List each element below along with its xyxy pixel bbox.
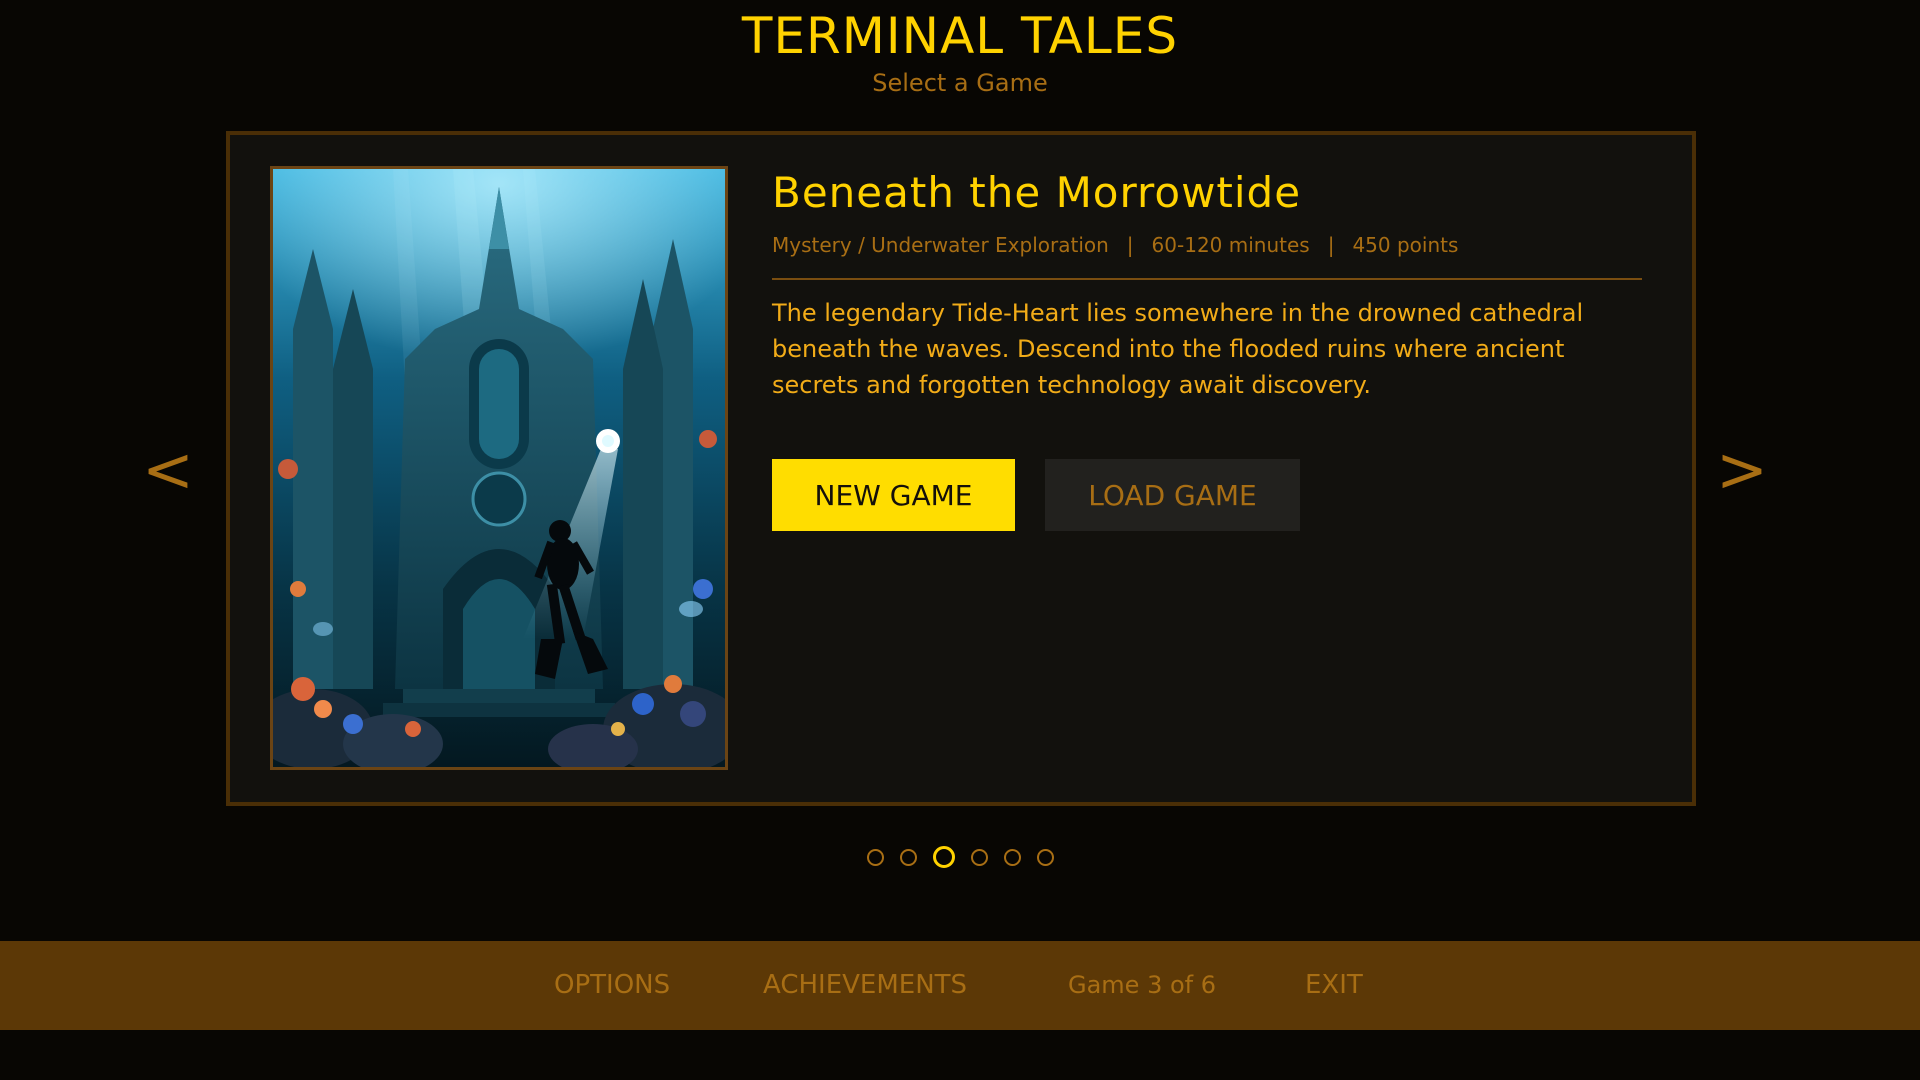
app-subtitle: Select a Game [872,69,1048,97]
load-game-button[interactable]: LOAD GAME [1045,459,1300,531]
game-genre: Mystery / Underwater Exploration [772,233,1109,257]
pagination-dots [0,846,1920,880]
game-meta: Mystery / Underwater Exploration | 60-120 … [772,231,1458,259]
next-game-arrow[interactable]: > [1716,430,1768,510]
game-points: 450 points [1352,233,1459,257]
new-game-button[interactable]: NEW GAME [772,459,1015,531]
game-select-screen: TERMINAL TALES Select a Game < > Beneath… [0,0,1920,1080]
game-card: Beneath the Morrowtide Mystery / Underwa… [226,131,1696,806]
options-button[interactable]: OPTIONS [554,941,670,1030]
pagination-dot-active[interactable] [932,846,955,868]
achievements-button[interactable]: ACHIEVEMENTS [763,941,967,1030]
pagination-dot[interactable] [899,848,917,866]
underwater-cathedral-diver-image [273,169,725,767]
pagination-dot[interactable] [866,848,884,866]
game-cover-image [270,166,728,770]
previous-game-arrow[interactable]: < [142,430,194,510]
meta-separator: | [1126,233,1134,257]
exit-button[interactable]: EXIT [1305,941,1363,1030]
game-title: Beneath the Morrowtide [772,168,1302,217]
meta-separator: | [1327,233,1335,257]
divider [772,278,1642,280]
game-counter: Game 3 of 6 [1068,971,1217,999]
pagination-dot[interactable] [970,848,988,866]
bottom-bar: OPTIONS ACHIEVEMENTS Game 3 of 6 EXIT [0,941,1920,1030]
game-duration: 60-120 minutes [1151,233,1310,257]
pagination-dot[interactable] [1003,848,1021,866]
app-title: TERMINAL TALES [741,7,1179,65]
pagination-dot[interactable] [1036,848,1054,866]
game-description: The legendary Tide-Heart lies somewhere … [772,299,1584,399]
